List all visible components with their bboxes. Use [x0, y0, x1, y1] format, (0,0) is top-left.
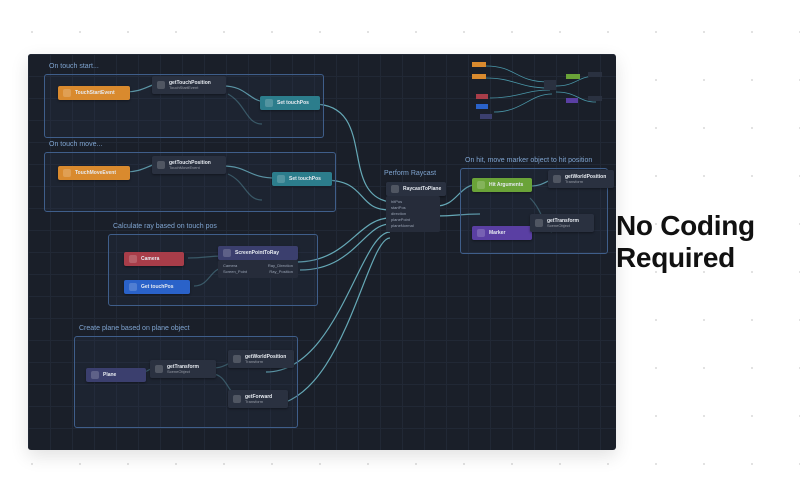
- event-icon: [63, 169, 71, 177]
- node-camera[interactable]: Camera: [124, 252, 184, 266]
- event-icon: [63, 89, 71, 97]
- group-create-plane-label: Create plane based on plane object: [79, 325, 190, 332]
- node-label: getTransform SceneObject: [167, 364, 199, 374]
- var-icon: [265, 99, 273, 107]
- node-plane[interactable]: Plane: [86, 368, 146, 382]
- node-label: getTouchPosition TouchStartEvent: [169, 80, 211, 90]
- node-get-transform-2[interactable]: getTransform SceneObject: [530, 214, 594, 232]
- object-icon: [477, 229, 485, 237]
- node-raycast-plane[interactable]: RaycastToPlane: [386, 182, 446, 196]
- node-label: TouchStartEvent: [75, 90, 115, 96]
- node-marker[interactable]: Marker: [472, 226, 532, 240]
- node-label: getTouchPosition TouchMoveEvent: [169, 160, 211, 170]
- node-label: Set touchPos: [289, 176, 321, 182]
- camera-icon: [129, 255, 137, 263]
- node-label: TouchMoveEvent: [75, 170, 116, 176]
- node-get-transform-1[interactable]: getTransform SceneObject: [150, 360, 216, 378]
- node-get-world-pos-2[interactable]: getWorldPosition Transform: [548, 170, 614, 188]
- node-touch-start-event[interactable]: TouchStartEvent: [58, 86, 130, 100]
- node-set-touch-pos-1[interactable]: Set touchPos: [260, 96, 320, 110]
- var-icon: [277, 175, 285, 183]
- fn-icon: [223, 249, 231, 257]
- node-label: Set touchPos: [277, 100, 309, 106]
- node-screen-to-ray[interactable]: ScreenPointToRay: [218, 246, 298, 260]
- args-icon: [477, 181, 485, 189]
- node-label: getTransform SceneObject: [547, 218, 579, 228]
- minimap[interactable]: [466, 54, 616, 132]
- var-icon: [129, 283, 137, 291]
- fn-icon: [535, 219, 543, 227]
- fn-icon: [233, 355, 241, 363]
- group-calc-ray-label: Calculate ray based on touch pos: [113, 223, 217, 230]
- node-label: RaycastToPlane: [403, 186, 441, 192]
- node-label: getWorldPosition Transform: [245, 354, 286, 364]
- node-get-touchpos-var[interactable]: Get touchPos: [124, 280, 190, 294]
- fn-icon: [391, 185, 399, 193]
- fn-icon: [233, 395, 241, 403]
- headline: No Coding Required: [616, 210, 776, 274]
- node-screen-to-ray-ports: CameraRay_Direction Screen_PointRay_Posi…: [218, 260, 298, 278]
- group-raycast-label: Perform Raycast: [384, 170, 436, 177]
- node-hit-args[interactable]: Hit Arguments: [472, 178, 532, 192]
- node-set-touch-pos-2[interactable]: Set touchPos: [272, 172, 332, 186]
- node-label: Get touchPos: [141, 284, 174, 290]
- node-label: Plane: [103, 372, 116, 378]
- object-icon: [91, 371, 99, 379]
- fn-icon: [155, 365, 163, 373]
- node-touch-move-event[interactable]: TouchMoveEvent: [58, 166, 130, 180]
- node-raycast-ports: hitPos startPos direction planePoint pla…: [386, 196, 440, 232]
- node-label: getWorldPosition Transform: [565, 174, 606, 184]
- node-label: ScreenPointToRay: [235, 250, 279, 256]
- node-label: getForward Transform: [245, 394, 272, 404]
- fn-icon: [157, 161, 165, 169]
- node-label: Marker: [489, 230, 505, 236]
- headline-text: No Coding Required: [616, 210, 755, 273]
- node-get-forward[interactable]: getForward Transform: [228, 390, 288, 408]
- fn-icon: [157, 81, 165, 89]
- node-get-touch-pos-2[interactable]: getTouchPosition TouchMoveEvent: [152, 156, 226, 174]
- node-get-world-pos-1[interactable]: getWorldPosition Transform: [228, 350, 294, 368]
- node-label: Camera: [141, 256, 159, 262]
- group-on-hit-label: On hit, move marker object to hit positi…: [465, 157, 592, 164]
- node-label: Hit Arguments: [489, 182, 523, 188]
- node-editor-panel[interactable]: On touch start... TouchStartEvent getTou…: [28, 54, 616, 450]
- group-touch-move-label: On touch move...: [49, 141, 102, 148]
- node-get-touch-pos-1[interactable]: getTouchPosition TouchStartEvent: [152, 76, 226, 94]
- fn-icon: [553, 175, 561, 183]
- group-touch-start-label: On touch start...: [49, 63, 99, 70]
